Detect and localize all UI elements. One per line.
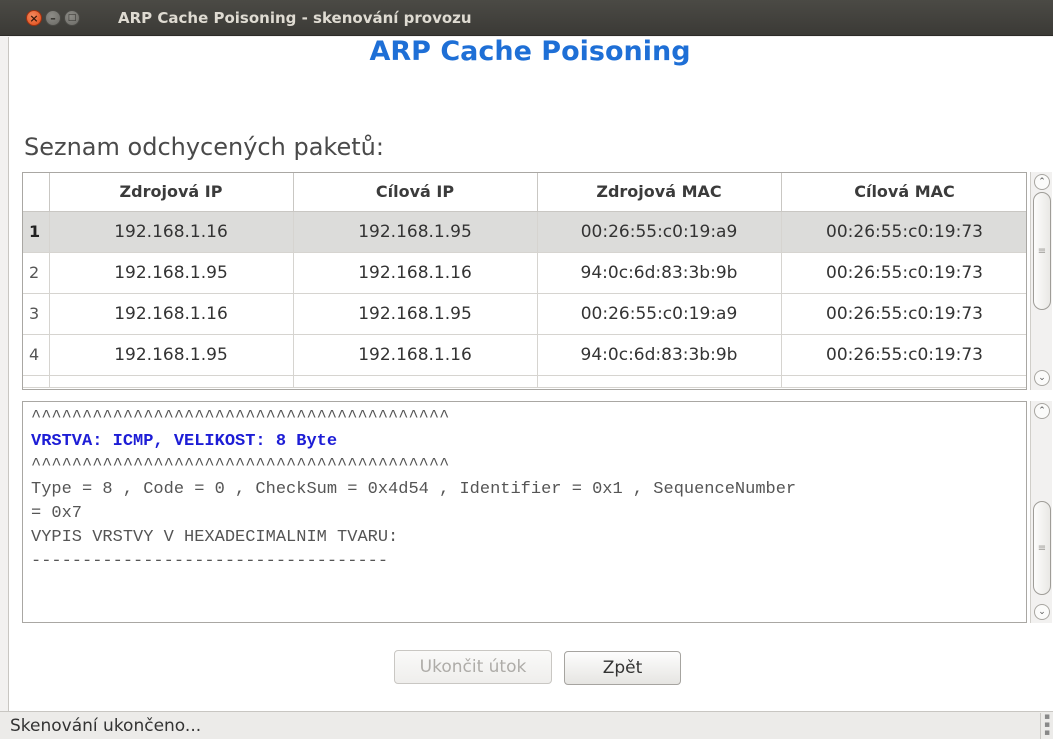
table-scroll-thumb[interactable]: ≡ <box>1033 192 1051 310</box>
row-number: 1 <box>23 211 50 253</box>
cell-dest-mac[interactable]: 00:26:55:c0:19:73 <box>781 252 1026 294</box>
cell-source-ip[interactable]: 192.168.1.95 <box>49 252 294 294</box>
minimize-icon: – <box>50 11 56 25</box>
cell-source-ip[interactable]: 192.168.1.95 <box>49 334 294 376</box>
cell-partial <box>293 375 538 388</box>
table-row[interactable]: 4 192.168.1.95 192.168.1.16 94:0c:6d:83:… <box>23 334 1026 376</box>
resize-grip-icon[interactable]: ▪ ▪ ▪ <box>1040 713 1053 739</box>
cell-source-mac[interactable]: 94:0c:6d:83:3b:9b <box>537 252 782 294</box>
window-titlebar: × – □ ARP Cache Poisoning - skenování pr… <box>0 0 1053 36</box>
table-row[interactable]: 2 192.168.1.95 192.168.1.16 94:0c:6d:83:… <box>23 252 1026 294</box>
table-row[interactable]: 3 192.168.1.16 192.168.1.95 00:26:55:c0:… <box>23 293 1026 335</box>
detail-line: VYPIS VRSTVY V HEXADECIMALNIM TVARU: <box>31 528 399 547</box>
cell-dest-mac[interactable]: 00:26:55:c0:19:73 <box>781 211 1026 253</box>
maximize-window-button[interactable]: □ <box>64 10 80 26</box>
table-row-partial <box>23 375 1026 388</box>
close-icon: × <box>29 11 39 25</box>
maximize-icon: □ <box>67 13 77 23</box>
row-number: 3 <box>23 293 50 335</box>
cell-source-mac[interactable]: 94:0c:6d:83:3b:9b <box>537 334 782 376</box>
cell-partial <box>49 375 294 388</box>
detail-line: ^^^^^^^^^^^^^^^^^^^^^^^^^^^^^^^^^^^^^^^^… <box>31 408 450 427</box>
row-number: 2 <box>23 252 50 294</box>
grip-icon: ≡ <box>1037 245 1047 257</box>
cell-dest-mac[interactable]: 00:26:55:c0:19:73 <box>781 334 1026 376</box>
cell-dest-ip[interactable]: 192.168.1.16 <box>293 334 538 376</box>
app-heading: ARP Cache Poisoning <box>369 36 691 67</box>
minimize-window-button[interactable]: – <box>45 10 61 26</box>
column-header-source-ip[interactable]: Zdrojová IP <box>49 173 294 212</box>
stop-attack-button[interactable]: Ukončit útok <box>394 650 552 684</box>
status-text: Skenování ukončeno... <box>10 716 202 736</box>
packet-table: Zdrojová IP Cílová IP Zdrojová MAC Cílov… <box>22 172 1027 390</box>
cell-dest-mac[interactable]: 00:26:55:c0:19:73 <box>781 293 1026 335</box>
cell-partial <box>781 375 1026 388</box>
cell-dest-ip[interactable]: 192.168.1.95 <box>293 293 538 335</box>
scroll-down-icon[interactable]: ⌄ <box>1034 604 1050 620</box>
cell-dest-ip[interactable]: 192.168.1.16 <box>293 252 538 294</box>
cell-partial <box>23 375 50 388</box>
packet-detail-text[interactable]: ^^^^^^^^^^^^^^^^^^^^^^^^^^^^^^^^^^^^^^^^… <box>22 401 1027 623</box>
table-row[interactable]: 1 192.168.1.16 192.168.1.95 00:26:55:c0:… <box>23 211 1026 253</box>
column-header-dest-mac[interactable]: Cílová MAC <box>781 173 1026 212</box>
packet-list-label: Seznam odchycených paketů: <box>24 133 384 161</box>
detail-line: ----------------------------------- <box>31 552 389 571</box>
detail-line: Type = 8 , Code = 0 , CheckSum = 0x4d54 … <box>31 480 797 499</box>
detail-line-layer-heading: VRSTVA: ICMP, VELIKOST: 8 Byte <box>31 432 338 451</box>
cell-partial <box>537 375 782 388</box>
cell-source-ip[interactable]: 192.168.1.16 <box>49 211 294 253</box>
scroll-down-icon[interactable]: ⌄ <box>1034 370 1050 386</box>
column-header-index[interactable] <box>23 173 50 212</box>
cell-dest-ip[interactable]: 192.168.1.95 <box>293 211 538 253</box>
detail-scrollbar[interactable]: ⌃ ≡ ⌄ <box>1030 401 1052 623</box>
status-bar: Skenování ukončeno... <box>0 711 1053 739</box>
cell-source-mac[interactable]: 00:26:55:c0:19:a9 <box>537 211 782 253</box>
back-button[interactable]: Zpět <box>564 651 681 685</box>
close-window-button[interactable]: × <box>26 10 42 26</box>
scroll-up-icon[interactable]: ⌃ <box>1034 174 1050 190</box>
table-scrollbar[interactable]: ⌃ ≡ ⌄ <box>1030 172 1052 390</box>
row-number: 4 <box>23 334 50 376</box>
window-title: ARP Cache Poisoning - skenování provozu <box>118 9 472 27</box>
table-header-row: Zdrojová IP Cílová IP Zdrojová MAC Cílov… <box>23 173 1026 212</box>
detail-scroll-thumb[interactable]: ≡ <box>1033 501 1051 595</box>
grip-icon: ≡ <box>1037 542 1047 554</box>
column-header-dest-ip[interactable]: Cílová IP <box>293 173 538 212</box>
detail-line: ^^^^^^^^^^^^^^^^^^^^^^^^^^^^^^^^^^^^^^^^… <box>31 456 450 475</box>
scroll-up-icon[interactable]: ⌃ <box>1034 403 1050 419</box>
cell-source-mac[interactable]: 00:26:55:c0:19:a9 <box>537 293 782 335</box>
cell-source-ip[interactable]: 192.168.1.16 <box>49 293 294 335</box>
detail-line: = 0x7 <box>31 504 83 523</box>
column-header-source-mac[interactable]: Zdrojová MAC <box>537 173 782 212</box>
